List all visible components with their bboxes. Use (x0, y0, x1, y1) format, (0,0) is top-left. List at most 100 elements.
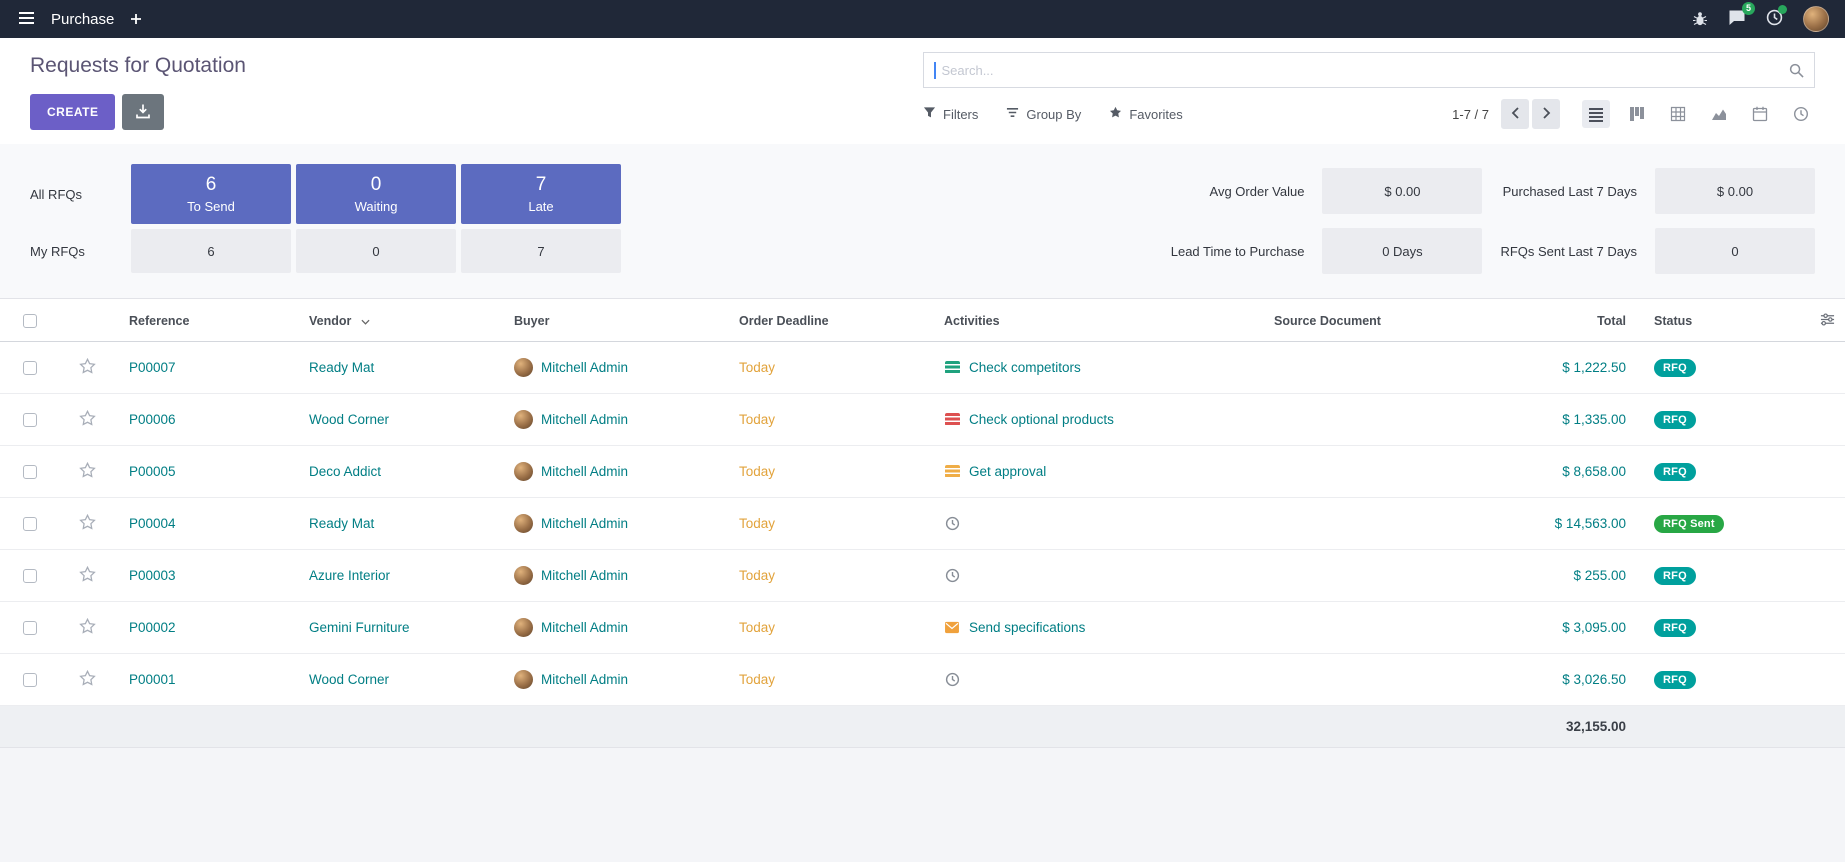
vendor-link[interactable]: Ready Mat (309, 516, 374, 531)
favorite-star-icon[interactable] (79, 670, 96, 686)
favorite-star-icon[interactable] (79, 462, 96, 478)
search-input[interactable] (940, 62, 1786, 79)
optional-columns-icon[interactable] (1820, 312, 1835, 327)
activity-label[interactable]: Get approval (969, 464, 1046, 479)
view-graph-icon[interactable] (1705, 100, 1733, 128)
messages-button[interactable]: 5 (1728, 9, 1746, 29)
favorite-star-icon[interactable] (79, 566, 96, 582)
view-activity-icon[interactable] (1787, 100, 1815, 128)
kpi-value-avg-order-value[interactable]: $ 0.00 (1322, 168, 1482, 214)
all-rfqs-label[interactable]: All RFQs (30, 187, 126, 202)
reference-link[interactable]: P00002 (129, 620, 176, 635)
apps-menu-button[interactable] (16, 9, 37, 30)
reference-link[interactable]: P00004 (129, 516, 176, 531)
filters-button[interactable]: Filters (923, 106, 978, 122)
view-kanban-icon[interactable] (1623, 100, 1651, 128)
favorite-star-icon[interactable] (79, 514, 96, 530)
row-checkbox[interactable] (23, 673, 37, 687)
header-buyer[interactable]: Buyer (500, 299, 725, 342)
table-row[interactable]: P00007 Ready Mat Mitchell Admin Today Ch… (0, 342, 1845, 394)
vendor-link[interactable]: Wood Corner (309, 412, 389, 427)
my-waiting-count[interactable]: 0 (296, 229, 456, 273)
buyer-link[interactable]: Mitchell Admin (541, 568, 628, 583)
activity-icon[interactable] (944, 412, 960, 427)
buyer-link[interactable]: Mitchell Admin (541, 620, 628, 635)
favorite-star-icon[interactable] (79, 618, 96, 634)
header-order-deadline[interactable]: Order Deadline (725, 299, 930, 342)
table-row[interactable]: P00004 Ready Mat Mitchell Admin Today $ … (0, 498, 1845, 550)
reference-link[interactable]: P00003 (129, 568, 176, 583)
kpi-value-rfqs-sent-last-7-days[interactable]: 0 (1655, 228, 1815, 274)
header-total[interactable]: Total (1510, 299, 1640, 342)
favorites-button[interactable]: Favorites (1109, 106, 1182, 122)
row-checkbox[interactable] (23, 465, 37, 479)
kpi-value-purchased-last-7-days[interactable]: $ 0.00 (1655, 168, 1815, 214)
table-row[interactable]: P00003 Azure Interior Mitchell Admin Tod… (0, 550, 1845, 602)
reference-link[interactable]: P00001 (129, 672, 176, 687)
table-row[interactable]: P00005 Deco Addict Mitchell Admin Today … (0, 446, 1845, 498)
reference-link[interactable]: P00007 (129, 360, 176, 375)
vendor-link[interactable]: Wood Corner (309, 672, 389, 687)
late-card[interactable]: 7 Late (461, 164, 621, 224)
user-avatar[interactable] (1803, 6, 1829, 32)
favorite-star-icon[interactable] (79, 410, 96, 426)
buyer-avatar (514, 566, 533, 585)
create-button[interactable]: CREATE (30, 94, 115, 130)
header-reference[interactable]: Reference (115, 299, 295, 342)
kpi-value-lead-time-to-purchase[interactable]: 0 Days (1322, 228, 1482, 274)
my-to-send-count[interactable]: 6 (131, 229, 291, 273)
view-list-icon[interactable] (1582, 100, 1610, 128)
plus-icon[interactable] (128, 11, 144, 27)
activities-button[interactable] (1766, 9, 1783, 29)
waiting-card[interactable]: 0 Waiting (296, 164, 456, 224)
activity-icon[interactable] (944, 620, 960, 635)
to-send-card[interactable]: 6 To Send (131, 164, 291, 224)
view-pivot-icon[interactable] (1664, 100, 1692, 128)
funnel-icon (923, 106, 936, 122)
header-vendor-label: Vendor (309, 314, 351, 328)
row-checkbox[interactable] (23, 569, 37, 583)
reference-link[interactable]: P00006 (129, 412, 176, 427)
row-checkbox[interactable] (23, 413, 37, 427)
activity-icon[interactable] (944, 464, 960, 479)
buyer-link[interactable]: Mitchell Admin (541, 672, 628, 687)
header-vendor[interactable]: Vendor (295, 299, 500, 342)
activity-label[interactable]: Send specifications (969, 620, 1085, 635)
activity-icon[interactable] (944, 568, 960, 583)
vendor-link[interactable]: Gemini Furniture (309, 620, 410, 635)
header-source-document[interactable]: Source Document (1260, 299, 1510, 342)
row-checkbox[interactable] (23, 621, 37, 635)
activity-label[interactable]: Check optional products (969, 412, 1114, 427)
my-late-count[interactable]: 7 (461, 229, 621, 273)
pager-previous-button[interactable] (1501, 99, 1529, 129)
debug-bug-icon[interactable] (1692, 11, 1708, 27)
buyer-link[interactable]: Mitchell Admin (541, 360, 628, 375)
search-icon[interactable] (1789, 63, 1804, 78)
activity-label[interactable]: Check competitors (969, 360, 1081, 375)
vendor-link[interactable]: Azure Interior (309, 568, 390, 583)
vendor-link[interactable]: Ready Mat (309, 360, 374, 375)
activity-icon[interactable] (944, 672, 960, 687)
table-row[interactable]: P00002 Gemini Furniture Mitchell Admin T… (0, 602, 1845, 654)
group-by-button[interactable]: Group By (1006, 106, 1081, 122)
activity-icon[interactable] (944, 516, 960, 531)
buyer-link[interactable]: Mitchell Admin (541, 412, 628, 427)
table-row[interactable]: P00006 Wood Corner Mitchell Admin Today … (0, 394, 1845, 446)
table-row[interactable]: P00001 Wood Corner Mitchell Admin Today … (0, 654, 1845, 706)
buyer-link[interactable]: Mitchell Admin (541, 516, 628, 531)
reference-link[interactable]: P00005 (129, 464, 176, 479)
buyer-link[interactable]: Mitchell Admin (541, 464, 628, 479)
favorite-star-icon[interactable] (79, 358, 96, 374)
activity-icon[interactable] (944, 360, 960, 375)
vendor-link[interactable]: Deco Addict (309, 464, 381, 479)
view-calendar-icon[interactable] (1746, 100, 1774, 128)
select-all-checkbox[interactable] (23, 314, 37, 328)
header-status[interactable]: Status (1640, 299, 1810, 342)
row-checkbox[interactable] (23, 517, 37, 531)
row-checkbox[interactable] (23, 361, 37, 375)
pager-next-button[interactable] (1532, 99, 1560, 129)
my-rfqs-label[interactable]: My RFQs (30, 244, 126, 259)
header-activities[interactable]: Activities (930, 299, 1260, 342)
export-button[interactable] (122, 94, 164, 130)
app-menu-label[interactable]: Purchase (51, 11, 114, 28)
